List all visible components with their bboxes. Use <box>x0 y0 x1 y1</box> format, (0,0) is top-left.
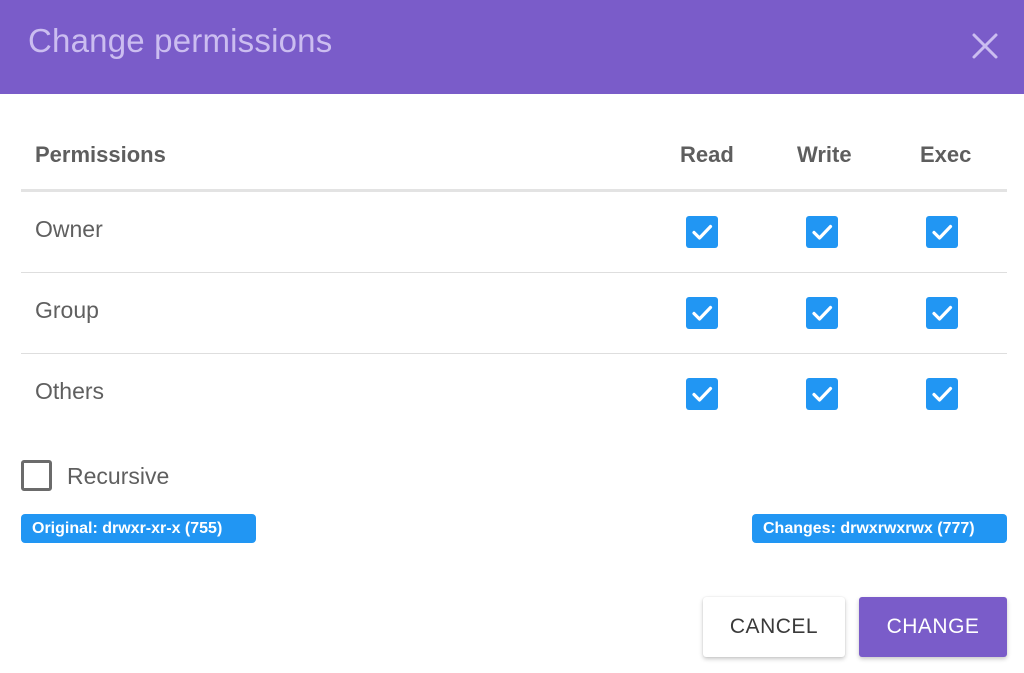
change-button[interactable]: CHANGE <box>859 597 1007 657</box>
dialog-title: Change permissions <box>28 22 333 59</box>
others-read-checkbox[interactable] <box>686 378 718 410</box>
dialog-header: Change permissions <box>0 0 1024 94</box>
close-icon[interactable] <box>966 27 1004 65</box>
header-read: Read <box>680 142 734 167</box>
owner-write-checkbox[interactable] <box>806 216 838 248</box>
group-exec-checkbox[interactable] <box>926 297 958 329</box>
owner-read-checkbox[interactable] <box>686 216 718 248</box>
header-permissions: Permissions <box>35 142 166 167</box>
change-permissions-dialog: Change permissions Permissions Read Writ… <box>0 0 1024 673</box>
recursive-checkbox[interactable] <box>21 460 52 491</box>
header-exec: Exec <box>920 142 972 167</box>
table-row-group: Group <box>21 273 1007 354</box>
header-write: Write <box>797 142 852 167</box>
group-read-checkbox[interactable] <box>686 297 718 329</box>
row-label-group: Group <box>35 297 99 323</box>
table-header: Permissions Read Write Exec <box>21 120 1007 192</box>
row-label-others: Others <box>35 378 105 404</box>
original-permissions-badge: Original: drwxr-xr-x (755) <box>21 514 256 543</box>
row-label-owner: Owner <box>35 216 103 242</box>
owner-exec-checkbox[interactable] <box>926 216 958 248</box>
table-row-owner: Owner <box>21 192 1007 273</box>
others-write-checkbox[interactable] <box>806 378 838 410</box>
others-exec-checkbox[interactable] <box>926 378 958 410</box>
changes-permissions-badge: Changes: drwxrwxrwx (777) <box>752 514 1007 543</box>
table-row-others: Others <box>21 354 1007 435</box>
recursive-label: Recursive <box>67 463 170 489</box>
group-write-checkbox[interactable] <box>806 297 838 329</box>
cancel-button[interactable]: CANCEL <box>703 597 845 657</box>
permissions-table: Permissions Read Write Exec Owner Group … <box>21 120 1007 435</box>
